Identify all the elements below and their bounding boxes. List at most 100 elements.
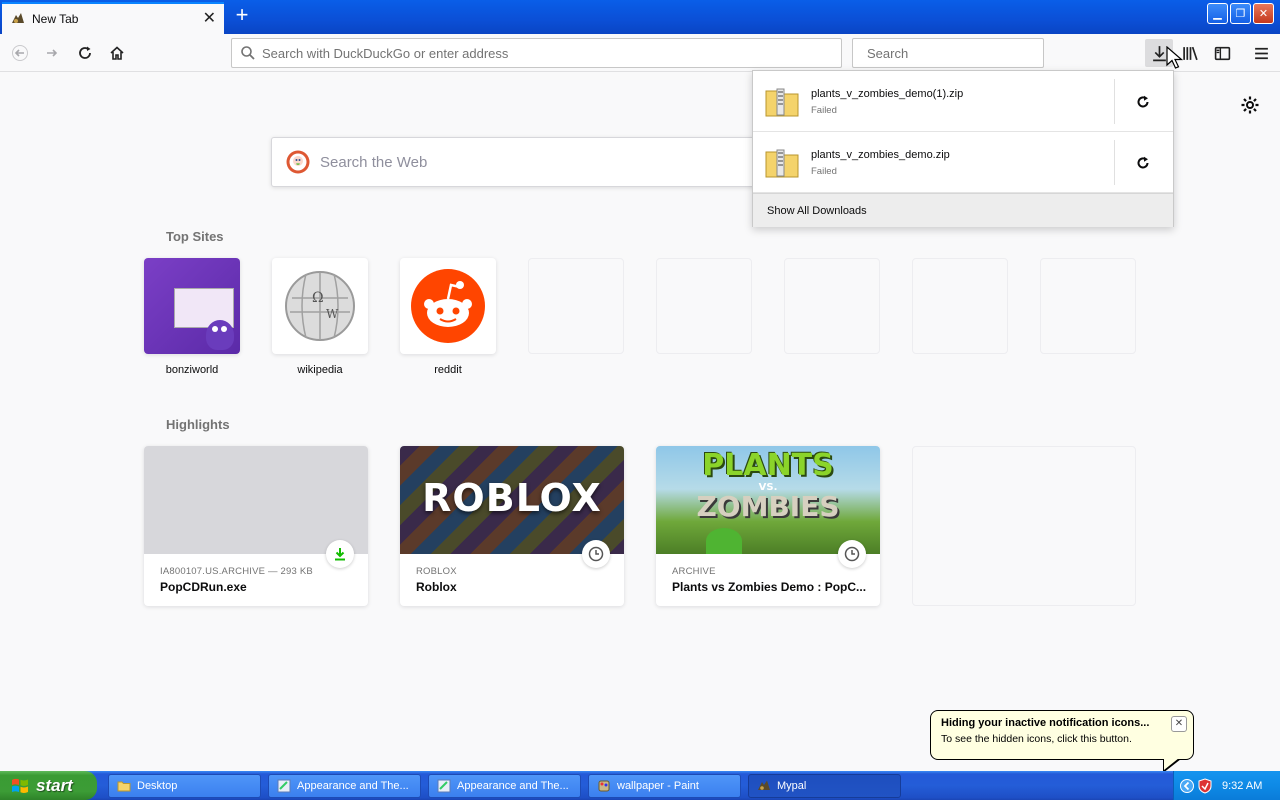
card-source: ROBLOX [416, 566, 457, 577]
top-site-empty [528, 258, 624, 378]
taskbar-button-appearance-1[interactable]: Appearance and The... [268, 774, 421, 798]
start-label: start [36, 775, 73, 795]
top-site-label: wikipedia [297, 364, 343, 376]
download-item[interactable]: plants_v_zombies_demo.zip Failed [753, 132, 1173, 193]
top-site-empty [1040, 258, 1136, 378]
reload-button[interactable] [71, 39, 99, 67]
clock[interactable]: 9:32 AM [1222, 780, 1262, 792]
top-site-thumbnail [144, 258, 240, 354]
top-sites-grid: bonziworld Ω W wikipedia reddit [144, 258, 1136, 378]
taskbar-button-mypal[interactable]: Mypal [748, 774, 901, 798]
balloon-title: Hiding your inactive notification icons.… [941, 717, 1150, 729]
back-arrow-icon [12, 45, 28, 61]
address-bar[interactable] [231, 38, 842, 68]
sidebar-icon [1214, 46, 1230, 60]
highlight-card-empty [912, 446, 1136, 606]
balloon-tail-fill [1164, 758, 1179, 770]
balloon-text: To see the hidden icons, click this butt… [941, 733, 1132, 745]
card-source: ARCHIVE [672, 566, 716, 577]
control-panel-icon [437, 779, 451, 793]
top-site-wikipedia[interactable]: Ω W wikipedia [272, 258, 368, 378]
taskbar-button-desktop[interactable]: Desktop [108, 774, 261, 798]
top-site-label [528, 364, 624, 378]
empty-tile [784, 258, 880, 354]
top-site-reddit[interactable]: reddit [400, 258, 496, 378]
gear-icon[interactable] [1240, 95, 1260, 115]
top-site-label: reddit [434, 364, 462, 376]
taskbar-button-label: Appearance and The... [457, 780, 569, 792]
retry-icon [1137, 95, 1149, 108]
top-site-empty [784, 258, 880, 378]
zip-file-icon [765, 88, 799, 117]
duckduckgo-logo-icon [286, 150, 310, 174]
empty-tile [656, 258, 752, 354]
menu-button[interactable] [1247, 39, 1275, 67]
forward-arrow-icon [47, 49, 58, 57]
forward-button[interactable] [38, 39, 66, 67]
sidebar-button[interactable] [1208, 39, 1236, 67]
close-balloon-button[interactable]: ✕ [1171, 716, 1187, 732]
download-icon [326, 540, 354, 568]
back-button[interactable] [6, 39, 34, 67]
roblox-logo-text: ROBLOX [422, 476, 602, 520]
taskbar-button-paint[interactable]: wallpaper - Paint [588, 774, 741, 798]
download-item[interactable]: plants_v_zombies_demo(1).zip Failed [753, 71, 1173, 132]
card-title: Plants vs Zombies Demo : PopC... [672, 580, 867, 594]
folder-icon [117, 781, 131, 792]
svg-text:Ω: Ω [312, 290, 324, 306]
empty-tile [912, 258, 1008, 354]
clock-icon [582, 540, 610, 568]
empty-tile [1040, 258, 1136, 354]
security-shield-icon[interactable] [1198, 777, 1212, 794]
search-bar[interactable] [852, 38, 1044, 68]
restore-button[interactable]: ❐ [1230, 3, 1251, 24]
top-site-label [784, 364, 880, 378]
download-filename: plants_v_zombies_demo.zip [811, 149, 950, 161]
navigation-toolbar [0, 34, 1280, 72]
web-search-box[interactable] [271, 137, 771, 187]
taskbar-button-label: Mypal [777, 780, 807, 792]
card-thumbnail: PLANTS VS. ZOMBIES [656, 446, 880, 554]
divider [1114, 79, 1115, 124]
top-site-label [912, 364, 1008, 378]
show-hidden-icons-button[interactable] [1180, 778, 1194, 793]
close-tab-icon[interactable]: ✕ [203, 11, 216, 27]
web-search-input[interactable] [320, 153, 770, 171]
home-button[interactable] [103, 39, 131, 67]
top-sites-heading: Top Sites [166, 229, 224, 244]
card-source: IA800107.US.ARCHIVE — 293 KB [160, 566, 313, 577]
retry-button[interactable] [1129, 149, 1157, 177]
search-icon [241, 46, 255, 60]
retry-button[interactable] [1129, 88, 1157, 116]
address-input[interactable] [262, 45, 841, 61]
taskbar: start Desktop Appearance and The... Appe… [0, 771, 1280, 800]
divider [1114, 140, 1115, 185]
search-input[interactable] [867, 45, 1043, 61]
highlight-card-pvz[interactable]: PLANTS VS. ZOMBIES ARCHIVE Plants vs Zom… [656, 446, 880, 606]
minimize-button[interactable]: ▁ [1207, 3, 1228, 24]
taskbar-button-appearance-2[interactable]: Appearance and The... [428, 774, 581, 798]
retry-icon [1137, 156, 1149, 169]
tab-new-tab[interactable]: New Tab ✕ [2, 2, 224, 34]
mypal-icon [12, 13, 24, 23]
highlight-card-popcdrun[interactable]: IA800107.US.ARCHIVE — 293 KB PopCDRun.ex… [144, 446, 368, 606]
card-thumbnail: ROBLOX [400, 446, 624, 554]
start-button[interactable]: start [0, 771, 97, 800]
pvz-title-zombies: ZOMBIES [696, 490, 840, 523]
download-status: Failed [811, 166, 837, 177]
card-thumbnail [144, 446, 368, 554]
plus-icon[interactable]: + [230, 4, 254, 28]
highlight-card-roblox[interactable]: ROBLOX ROBLOX Roblox [400, 446, 624, 606]
download-icon [1152, 45, 1166, 61]
top-site-label [656, 364, 752, 378]
control-panel-icon [277, 779, 291, 793]
top-site-thumbnail: Ω W [272, 258, 368, 354]
taskbar-button-label: wallpaper - Paint [617, 780, 699, 792]
notification-balloon: Hiding your inactive notification icons.… [930, 710, 1194, 773]
clock-icon [838, 540, 866, 568]
top-site-empty [912, 258, 1008, 378]
show-all-downloads-button[interactable]: Show All Downloads [753, 193, 1173, 227]
top-site-bonziworld[interactable]: bonziworld [144, 258, 240, 378]
system-tray: 9:32 AM [1173, 771, 1280, 800]
close-window-button[interactable]: ✕ [1253, 3, 1274, 24]
